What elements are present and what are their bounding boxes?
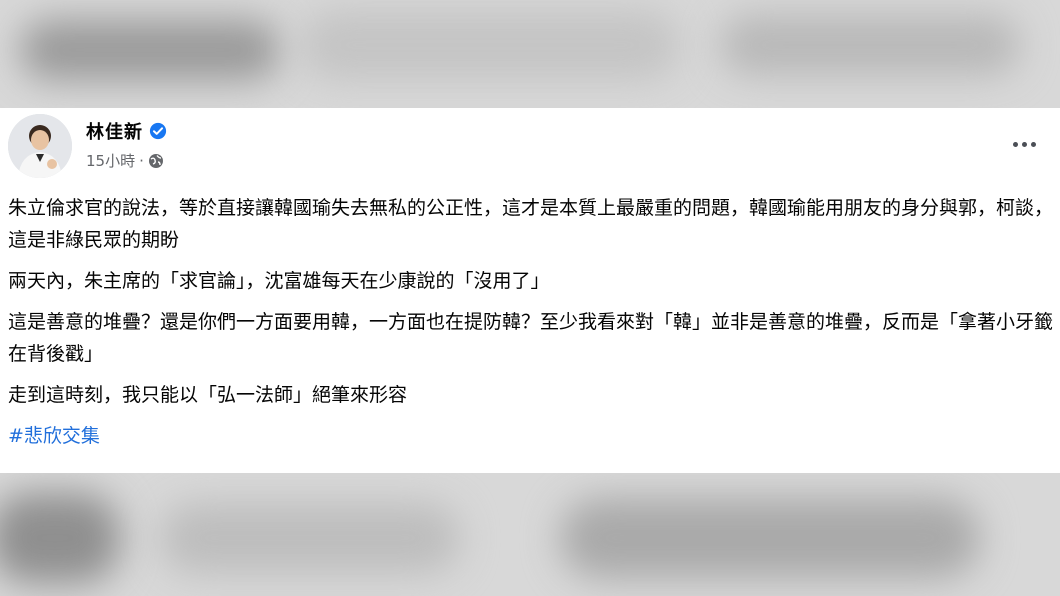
more-options-dot	[1021, 141, 1027, 147]
hashtag-link[interactable]: #悲欣交集	[8, 425, 100, 447]
post-paragraph: 這是善意的堆疊？還是你們一方面要用韓，一方面也在提防韓？至少我看來對「韓」並非是…	[8, 311, 1054, 365]
globe-icon[interactable]	[148, 153, 164, 169]
blurred-shape	[560, 498, 980, 578]
blurred-header-background	[0, 0, 1060, 108]
blurred-shape	[160, 503, 460, 573]
more-options-dot	[1012, 141, 1018, 147]
more-options-dot	[1030, 141, 1036, 147]
verified-badge-icon	[149, 122, 167, 140]
blurred-shape	[20, 20, 280, 80]
post-paragraph: 走到這時刻，我只能以「弘一法師」絕筆來形容	[8, 384, 408, 406]
author-row: 林佳新	[86, 118, 167, 144]
facebook-post: 林佳新 15小時 · 朱立倫求官的說法，等於直接讓韓國瑜失去無私的公正性，這才是…	[0, 108, 1060, 473]
blurred-shape	[0, 493, 120, 583]
post-content: 朱立倫求官的說法，等於直接讓韓國瑜失去無私的公正性，這才是本質上最嚴重的問題，韓…	[8, 192, 1054, 461]
post-timestamp[interactable]: 15小時	[86, 150, 135, 171]
blurred-footer-background	[0, 473, 1060, 596]
post-paragraph: 兩天內，朱主席的「求官論」，沈富雄每天在少康說的「沒用了」	[8, 270, 550, 292]
post-paragraph: 朱立倫求官的說法，等於直接讓韓國瑜失去無私的公正性，這才是本質上最嚴重的問題，韓…	[8, 197, 1054, 251]
avatar[interactable]	[8, 114, 72, 178]
blurred-shape	[300, 10, 680, 80]
meta-separator: ·	[139, 151, 144, 170]
author-name[interactable]: 林佳新	[86, 118, 143, 144]
blurred-shape	[720, 15, 1020, 75]
more-options-button[interactable]	[1006, 132, 1042, 156]
avatar-portrait-icon	[8, 114, 72, 178]
post-meta: 15小時 ·	[86, 150, 164, 171]
